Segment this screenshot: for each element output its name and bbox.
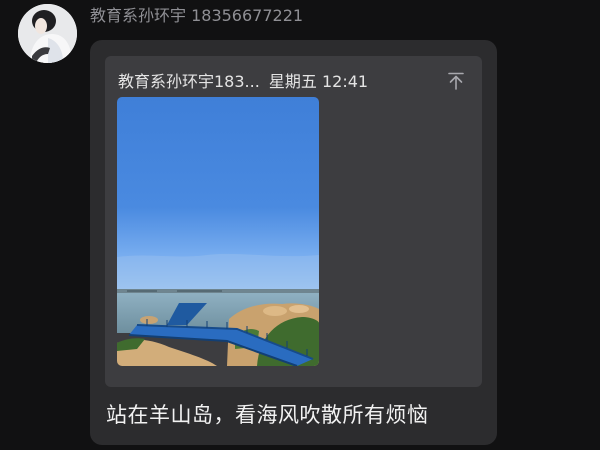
person-icon xyxy=(18,4,77,63)
sea-view-photo[interactable] xyxy=(117,97,319,366)
quoted-timestamp: 星期五 12:41 xyxy=(268,72,369,91)
quoted-message-header: 教育系孙环宇183... 星期五 12:41 xyxy=(118,71,368,93)
avatar[interactable] xyxy=(18,4,77,63)
pin-to-top-icon[interactable] xyxy=(445,70,467,92)
quoted-sender-name: 教育系孙环宇183... xyxy=(118,72,260,91)
message-text: 站在羊山岛，看海风吹散所有烦恼 xyxy=(106,403,429,427)
sender-name: 教育系孙环宇 18356677221 xyxy=(90,6,304,25)
